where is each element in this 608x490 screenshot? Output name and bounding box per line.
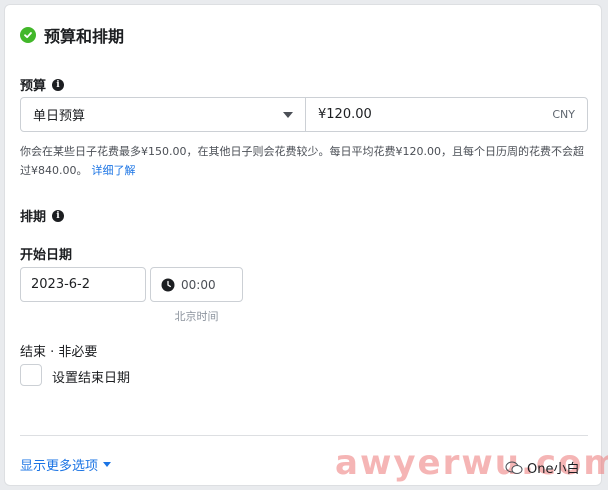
budget-schedule-card: 预算和排期 预算 i 单日预算 ¥120.00 CNY 你会在某些日子花费最多¥…: [4, 4, 608, 486]
start-time-input[interactable]: 00:00: [150, 267, 243, 302]
budget-amount-value: ¥120.00: [318, 107, 372, 122]
budget-label-row: 预算 i: [20, 75, 65, 94]
info-icon[interactable]: i: [52, 209, 65, 222]
show-more-options-link[interactable]: 显示更多选项: [20, 455, 112, 474]
caret-down-icon: [103, 462, 112, 467]
start-date-input[interactable]: 2023-6-2: [20, 267, 146, 302]
start-time-value: 00:00: [181, 277, 216, 292]
budget-amount-input[interactable]: ¥120.00 CNY: [306, 98, 587, 131]
budget-type-value: 单日预算: [33, 109, 86, 124]
start-date-value: 2023-6-2: [31, 277, 91, 292]
clock-icon: [161, 278, 175, 291]
end-date-label: 结束 · 非必要: [20, 345, 98, 360]
schedule-label-row: 排期 i: [20, 206, 65, 225]
currency-code: CNY: [552, 108, 575, 121]
caret-down-icon: [283, 111, 293, 118]
timezone-note: 北京时间: [174, 310, 219, 323]
schedule-label: 排期: [20, 210, 47, 225]
divider: [20, 435, 588, 436]
budget-label: 预算: [20, 79, 47, 94]
end-date-checkbox[interactable]: [20, 364, 42, 386]
end-date-checkbox-label[interactable]: 设置结束日期: [52, 367, 130, 386]
start-date-label: 开始日期: [20, 248, 73, 263]
budget-type-select[interactable]: 单日预算: [21, 98, 306, 131]
section-title: 预算和排期: [44, 27, 125, 46]
budget-help-text: 你会在某些日子花费最多¥150.00，在其他日子则会花费较少。每日平均花费¥12…: [20, 142, 590, 180]
budget-input-group: 单日预算 ¥120.00 CNY: [20, 97, 588, 132]
check-circle-icon: [20, 27, 36, 43]
more-options-label: 显示更多选项: [20, 459, 99, 474]
wechat-icon: [505, 461, 523, 474]
learn-more-link[interactable]: 详细了解: [92, 164, 136, 177]
watermark-brand-text: One小白: [527, 462, 580, 477]
info-icon[interactable]: i: [52, 78, 65, 91]
section-header: 预算和排期: [20, 23, 124, 47]
watermark-brand: One小白: [505, 458, 579, 477]
